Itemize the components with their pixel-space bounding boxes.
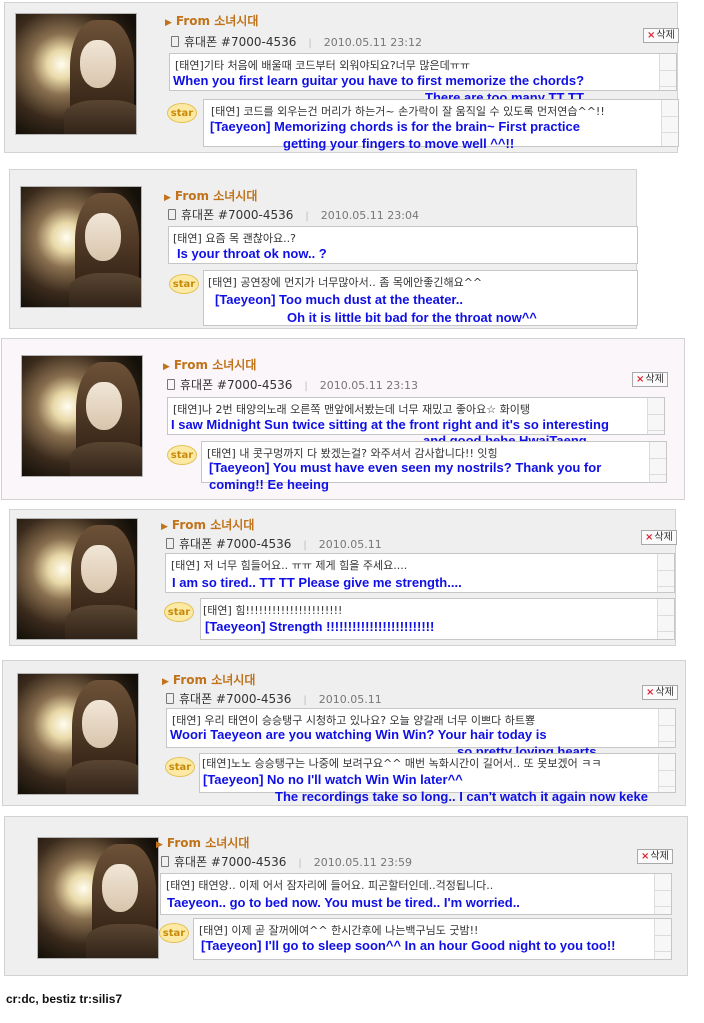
close-icon: × <box>647 30 656 41</box>
star-icon: star <box>159 923 189 943</box>
post-date: 2010.05.11 23:59 <box>313 856 412 869</box>
question-english: When you first learn guitar you have to … <box>173 73 585 88</box>
profile-photo <box>37 837 159 959</box>
phone-line: 휴대폰 #7000-4536 | 2010.05.11 23:12 <box>171 33 422 50</box>
scrollbar[interactable] <box>657 554 674 592</box>
profile-photo <box>15 13 137 135</box>
scrollbar[interactable] <box>654 919 671 959</box>
triangle-icon: ▶ <box>162 677 169 687</box>
close-icon: × <box>636 374 645 385</box>
question-english: Taeyeon.. go to bed now. You must be tir… <box>167 895 520 910</box>
post-date: 2010.05.11 23:04 <box>320 209 419 222</box>
post-card: ▶ From 소녀시대 휴대폰 #7000-4536 | 2010.05.11 ×삭제… <box>9 509 677 646</box>
question-korean: [태연]나 2번 태양의노래 오른쪽 맨앞에서봤는데 너무 재밌고 좋아요☆ 화… <box>173 403 531 416</box>
close-icon: × <box>641 851 650 862</box>
reply-english: The recordings take so long.. I can't wa… <box>275 789 648 804</box>
phone-line: 휴대폰 #7000-4536 | 2010.05.11 <box>166 690 382 707</box>
post-card: ▶ From 소녀시대 휴대폰 #7000-4536 | 2010.05.11 23:… <box>1 338 685 500</box>
scrollbar[interactable] <box>647 398 664 434</box>
from-label: ▶ From 소녀시대 <box>162 673 256 687</box>
phone-line: 휴대폰 #7000-4536 | 2010.05.11 23:59 <box>161 853 412 870</box>
scrollbar[interactable] <box>657 599 674 639</box>
scrollbar[interactable] <box>649 442 666 482</box>
profile-photo <box>16 518 138 640</box>
scrollbar[interactable] <box>658 754 675 792</box>
delete-button[interactable]: ×삭제 <box>642 685 678 700</box>
profile-photo <box>21 355 143 477</box>
question-korean: [태연] 태연양.. 이제 어서 잠자리에 들어요. 피곤할터인데..걱정됩니다… <box>166 879 494 892</box>
from-label: ▶ From 소녀시대 <box>164 189 258 203</box>
question-korean: [태연]기타 처음에 배울때 코드부터 외워야되요?너무 많은데ㅠㅠ <box>175 59 471 72</box>
question-korean: [태연] 우리 태연이 승승탱구 시청하고 있나요? 오늘 양갈래 너무 이쁘다… <box>172 714 536 727</box>
scrollbar[interactable] <box>661 100 678 146</box>
question-korean: [태연] 저 너무 힘들어요.. ㅠㅠ 제게 힘을 주세요.... <box>171 559 408 572</box>
phone-icon <box>166 693 174 704</box>
question-english: Woori Taeyeon are you watching Win Win? … <box>170 727 547 742</box>
post-date: 2010.05.11 23:13 <box>319 379 418 392</box>
question-english: I am so tired.. TT TT Please give me str… <box>172 575 462 590</box>
close-icon: × <box>646 687 655 698</box>
post-card: ▶ From 소녀시대 휴대폰 #7000-4536 | 2010.05.11 23:… <box>9 169 638 329</box>
phone-icon <box>166 538 174 549</box>
from-label: ▶ From 소녀시대 <box>161 518 255 532</box>
post-date: 2010.05.11 23:12 <box>323 36 422 49</box>
reply-english: [Taeyeon] I'll go to sleep soon^^ In an … <box>201 938 616 953</box>
reply-english: [Taeyeon] You must have even seen my nos… <box>209 460 602 475</box>
star-icon: star <box>167 445 197 465</box>
reply-korean: [태연] 공연장에 먼지가 너무많아서.. 좀 목에안좋긴해요^^ <box>208 276 483 289</box>
reply-english: [Taeyeon] No no I'll watch Win Win later… <box>203 772 463 787</box>
post-card: ▶ From 소녀시대 휴대폰 #7000-4536 | 2010.05.11 23:… <box>4 816 688 976</box>
phone-line: 휴대폰 #7000-4536 | 2010.05.11 23:13 <box>167 376 418 393</box>
from-label: ▶ From 소녀시대 <box>156 836 250 850</box>
phone-icon <box>167 379 175 390</box>
post-card: ▶ From 소녀시대 휴대폰 #7000-4536 | 2010.05.11 ×삭제… <box>2 660 686 806</box>
reply-korean: [태연]노노 승승탱구는 나중에 보려구요^^ 매번 녹화시간이 길어서.. 또… <box>202 757 602 770</box>
phone-line: 휴대폰 #7000-4536 | 2010.05.11 23:04 <box>168 206 419 223</box>
close-icon: × <box>645 532 654 543</box>
reply-korean: [태연] 이제 곧 잘꺼에여^^ 한시간후에 나는백구님도 굿밤!! <box>199 924 479 937</box>
from-label: ▶ From 소녀시대 <box>165 14 259 28</box>
triangle-icon: ▶ <box>163 362 170 372</box>
triangle-icon: ▶ <box>156 840 163 850</box>
reply-english: coming!! Ee heeing <box>209 477 329 492</box>
star-icon: star <box>165 757 195 777</box>
reply-korean: [태연] 내 콧구멍까지 다 봤겠는걸? 와주셔서 감사합니다!! 잇힝 <box>207 447 498 460</box>
delete-button[interactable]: ×삭제 <box>643 28 679 43</box>
scrollbar[interactable] <box>654 874 671 914</box>
reply-english: getting your fingers to move well ^^!! <box>283 136 515 151</box>
scrollbar[interactable] <box>659 54 676 90</box>
question-english: Is your throat ok now.. ? <box>177 246 327 261</box>
profile-photo <box>20 186 142 308</box>
star-icon: star <box>167 103 197 123</box>
phone-icon <box>171 36 179 47</box>
reply-english: [Taeyeon] Strength !!!!!!!!!!!!!!!!!!!!!… <box>205 619 435 634</box>
delete-button[interactable]: ×삭제 <box>641 530 677 545</box>
phone-line: 휴대폰 #7000-4536 | 2010.05.11 <box>166 535 382 552</box>
post-card: ▶ From 소녀시대 휴대폰 #7000-4536 | 2010.05.11 23:… <box>4 2 679 153</box>
phone-icon <box>168 209 176 220</box>
from-label: ▶ From 소녀시대 <box>163 358 257 372</box>
question-english: I saw Midnight Sun twice sitting at the … <box>171 417 609 432</box>
reply-korean: [태연] 힘!!!!!!!!!!!!!!!!!!!!!! <box>203 604 343 617</box>
profile-photo <box>17 673 139 795</box>
delete-button[interactable]: ×삭제 <box>632 372 668 387</box>
credit-text: cr:dc, bestiz tr:silis7 <box>6 992 123 1006</box>
scrollbar[interactable] <box>658 709 675 747</box>
phone-icon <box>161 856 169 867</box>
triangle-icon: ▶ <box>165 18 172 28</box>
post-date: 2010.05.11 <box>318 538 382 551</box>
post-date: 2010.05.11 <box>318 693 382 706</box>
star-icon: star <box>164 602 194 622</box>
reply-english: [Taeyeon] Too much dust at the theater.. <box>215 292 463 307</box>
triangle-icon: ▶ <box>164 193 171 203</box>
star-icon: star <box>169 274 199 294</box>
delete-button[interactable]: ×삭제 <box>637 849 673 864</box>
reply-korean: [태연] 코드를 외우는건 머리가 하는거~ 손가락이 잘 움직일 수 있도록 … <box>211 105 605 118</box>
triangle-icon: ▶ <box>161 522 168 532</box>
reply-english: [Taeyeon] Memorizing chords is for the b… <box>210 119 580 134</box>
question-korean: [태연] 요즘 목 괜찮아요..? <box>173 232 296 245</box>
reply-english: Oh it is little bit bad for the throat n… <box>287 310 537 325</box>
